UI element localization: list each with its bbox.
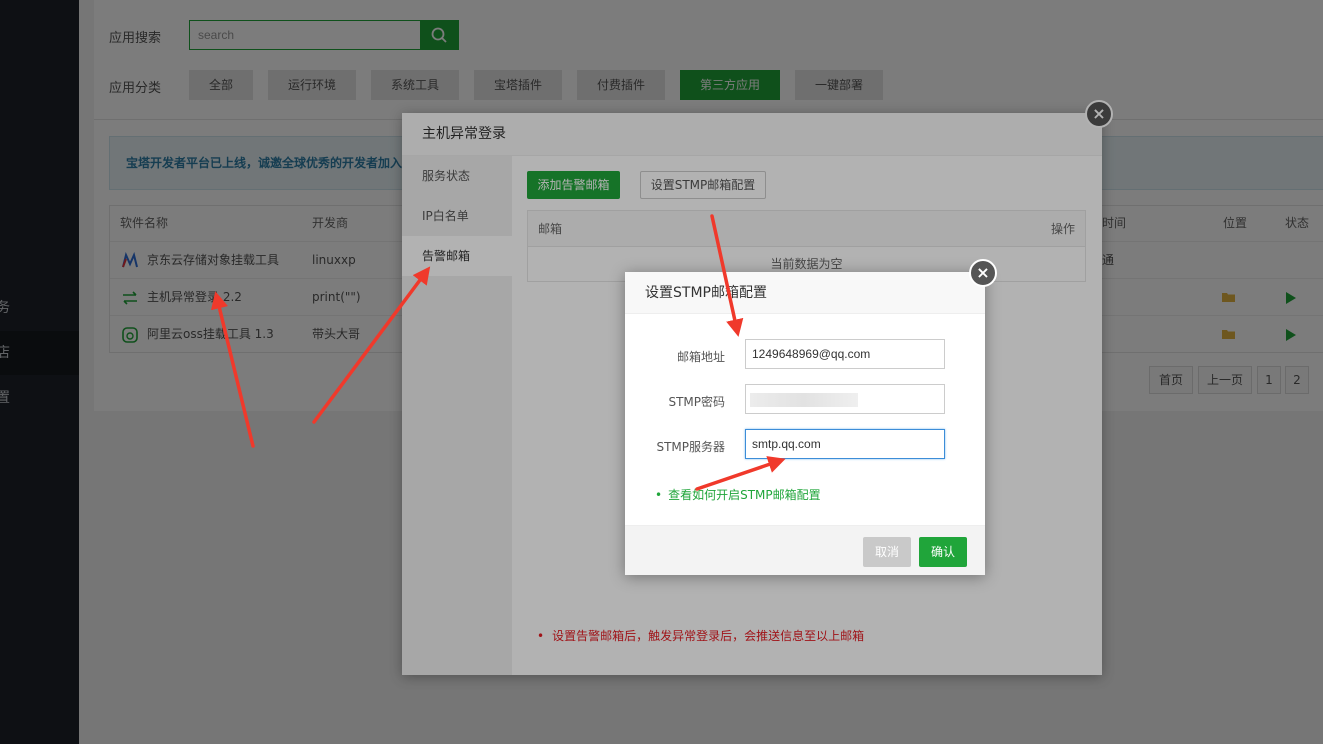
bullet-dot: • <box>655 488 663 502</box>
close-icon[interactable]: × <box>969 259 997 287</box>
email-field[interactable]: 1249648969@qq.com <box>745 339 945 369</box>
redacted-password <box>750 393 858 407</box>
dialog-footer: 取消 确认 <box>625 525 985 575</box>
stmp-config-dialog: 设置STMP邮箱配置 邮箱地址 1249648969@qq.com STMP密码… <box>625 272 985 575</box>
cancel-button[interactable]: 取消 <box>863 537 911 567</box>
server-label: STMP服务器 <box>656 440 725 454</box>
email-label: 邮箱地址 <box>676 350 725 364</box>
server-field[interactable]: smtp.qq.com <box>745 429 945 459</box>
stmp-help-link[interactable]: • 查看如何开启STMP邮箱配置 <box>655 486 821 503</box>
dialog-title: 设置STMP邮箱配置 <box>625 272 985 314</box>
confirm-button[interactable]: 确认 <box>919 537 967 567</box>
help-link-text[interactable]: 查看如何开启STMP邮箱配置 <box>668 488 821 502</box>
password-label: STMP密码 <box>668 395 725 409</box>
password-field[interactable] <box>745 384 945 414</box>
